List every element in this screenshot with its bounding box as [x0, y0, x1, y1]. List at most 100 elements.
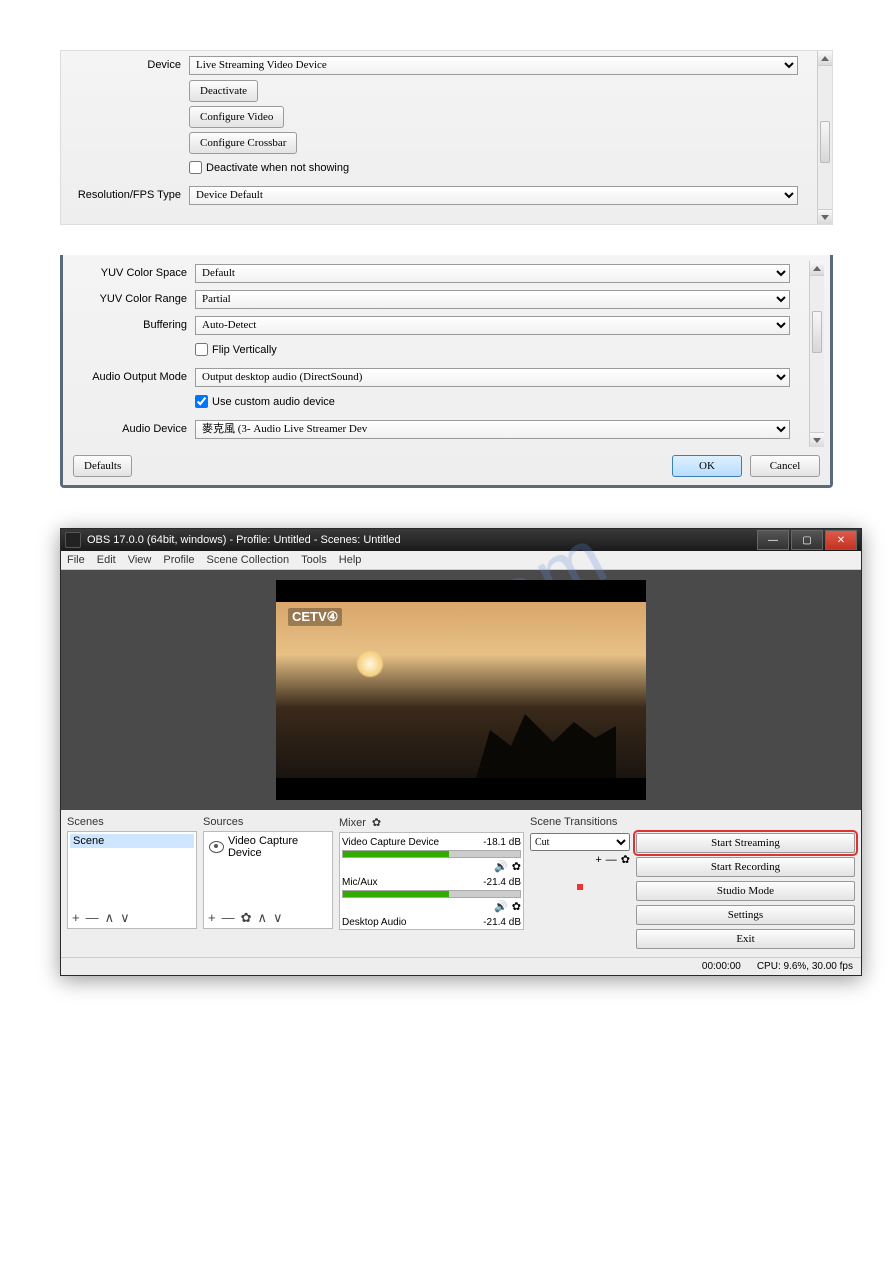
- resolution-fps-label: Resolution/FPS Type: [61, 189, 189, 201]
- obs-app-icon: [65, 532, 81, 548]
- close-button[interactable]: ✕: [825, 530, 857, 550]
- source-remove-icon[interactable]: —: [220, 910, 237, 926]
- scrollbar[interactable]: [817, 51, 832, 224]
- scene-up-icon[interactable]: ∧: [103, 910, 117, 926]
- status-bar: 00:00:00 CPU: 9.6%, 30.00 fps: [61, 957, 861, 975]
- device-properties-panel-bottom-frame: YUV Color Space Default YUV Color Range …: [60, 255, 833, 488]
- menu-scene-collection[interactable]: Scene Collection: [207, 554, 290, 566]
- speaker-icon[interactable]: 🔊: [494, 860, 508, 873]
- yuv-color-range-select[interactable]: Partial: [195, 290, 790, 309]
- mixer-ch3-name: Desktop Audio: [342, 917, 407, 928]
- scroll-down-icon[interactable]: [810, 432, 824, 447]
- configure-video-button[interactable]: Configure Video: [189, 106, 284, 128]
- source-down-icon[interactable]: ∨: [271, 910, 285, 926]
- start-recording-button[interactable]: Start Recording: [636, 857, 855, 877]
- mixer-ch1-name: Video Capture Device: [342, 837, 439, 848]
- source-up-icon[interactable]: ∧: [256, 910, 270, 926]
- audio-output-mode-select[interactable]: Output desktop audio (DirectSound): [195, 368, 790, 387]
- mixer-ch1-slider[interactable]: [342, 850, 521, 858]
- deactivate-button[interactable]: Deactivate: [189, 80, 258, 102]
- scrollbar[interactable]: [809, 261, 824, 447]
- transition-select[interactable]: Cut: [530, 833, 630, 851]
- gear-icon[interactable]: ✿: [512, 860, 521, 873]
- transition-settings-icon[interactable]: ✿: [621, 853, 630, 866]
- maximize-button[interactable]: ▢: [791, 530, 823, 550]
- flip-vertically-checkbox[interactable]: Flip Vertically: [195, 343, 277, 356]
- speaker-icon[interactable]: 🔊: [494, 900, 508, 913]
- sources-toolbar: + — ✿ ∧ ∨: [204, 908, 332, 928]
- audio-output-mode-label: Audio Output Mode: [67, 371, 195, 383]
- source-add-icon[interactable]: +: [206, 910, 218, 926]
- scroll-thumb[interactable]: [812, 311, 822, 353]
- device-select[interactable]: Live Streaming Video Device: [189, 56, 798, 75]
- buffering-label: Buffering: [67, 319, 195, 331]
- mixer-channel-2: Mic/Aux-21.4 dB 🔊✿: [342, 875, 521, 915]
- menu-tools[interactable]: Tools: [301, 554, 327, 566]
- mixer-channel-3: Desktop Audio-21.4 dB: [342, 915, 521, 929]
- preview-channel-logo: CETV④: [288, 608, 342, 626]
- obs-main-window: OBS 17.0.0 (64bit, windows) - Profile: U…: [60, 528, 862, 976]
- mixer-ch1-db: -18.1 dB: [483, 837, 521, 848]
- source-settings-icon[interactable]: ✿: [239, 910, 254, 926]
- device-label: Device: [61, 59, 189, 71]
- scroll-thumb[interactable]: [820, 121, 830, 163]
- mixer-channel-1: Video Capture Device -18.1 dB 🔊 ✿: [342, 835, 521, 875]
- resolution-fps-select[interactable]: Device Default: [189, 186, 798, 205]
- sources-title: Sources: [203, 816, 333, 831]
- mixer-settings-icon[interactable]: ✿: [372, 816, 381, 829]
- scene-down-icon[interactable]: ∨: [118, 910, 132, 926]
- scenes-panel: Scene + — ∧ ∨: [67, 831, 197, 929]
- preview-canvas[interactable]: CETV④: [276, 580, 646, 800]
- scroll-up-icon[interactable]: [810, 261, 824, 276]
- scene-add-icon[interactable]: +: [70, 910, 82, 926]
- controls-panel: Start Streaming Start Recording Studio M…: [636, 831, 855, 951]
- menu-edit[interactable]: Edit: [97, 554, 116, 566]
- transition-add-icon[interactable]: +: [595, 854, 601, 866]
- buffering-select[interactable]: Auto-Detect: [195, 316, 790, 335]
- scenes-title: Scenes: [67, 816, 197, 831]
- use-custom-audio-label: Use custom audio device: [212, 396, 335, 408]
- ok-button[interactable]: OK: [672, 455, 742, 477]
- source-item-label: Video Capture Device: [228, 835, 327, 859]
- audio-device-select[interactable]: 麥克風 (3- Audio Live Streamer Dev: [195, 420, 790, 439]
- record-indicator-icon: [577, 884, 583, 890]
- mixer-title: Mixer: [339, 817, 366, 829]
- gear-icon[interactable]: ✿: [512, 900, 521, 913]
- audio-device-label: Audio Device: [67, 423, 195, 435]
- exit-button[interactable]: Exit: [636, 929, 855, 949]
- scroll-up-icon[interactable]: [818, 51, 832, 66]
- menu-file[interactable]: File: [67, 554, 85, 566]
- configure-crossbar-button[interactable]: Configure Crossbar: [189, 132, 297, 154]
- scene-item[interactable]: Scene: [70, 834, 194, 848]
- source-item[interactable]: Video Capture Device: [206, 834, 330, 860]
- cancel-button[interactable]: Cancel: [750, 455, 820, 477]
- menu-profile[interactable]: Profile: [163, 554, 194, 566]
- status-cpu-fps: CPU: 9.6%, 30.00 fps: [757, 961, 853, 972]
- mixer-ch2-slider[interactable]: [342, 890, 521, 898]
- device-properties-panel-bottom: YUV Color Space Default YUV Color Range …: [63, 255, 830, 485]
- yuv-color-space-label: YUV Color Space: [67, 267, 195, 279]
- preview-area[interactable]: CETV④: [61, 570, 861, 810]
- yuv-color-range-label: YUV Color Range: [67, 293, 195, 305]
- eye-icon[interactable]: [209, 841, 224, 853]
- menu-help[interactable]: Help: [339, 554, 362, 566]
- transition-remove-icon[interactable]: —: [606, 854, 617, 866]
- yuv-color-space-select[interactable]: Default: [195, 264, 790, 283]
- deactivate-when-not-showing-checkbox[interactable]: Deactivate when not showing: [189, 161, 349, 174]
- studio-mode-button[interactable]: Studio Mode: [636, 881, 855, 901]
- mixer-ch2-name: Mic/Aux: [342, 877, 378, 888]
- menu-view[interactable]: View: [128, 554, 152, 566]
- sources-panel: Video Capture Device + — ✿ ∧ ∨: [203, 831, 333, 929]
- status-time: 00:00:00: [702, 961, 741, 972]
- scroll-down-icon[interactable]: [818, 209, 832, 224]
- start-streaming-button[interactable]: Start Streaming: [636, 833, 855, 853]
- use-custom-audio-checkbox[interactable]: Use custom audio device: [195, 395, 335, 408]
- scene-transitions-title: Scene Transitions: [530, 816, 630, 831]
- menu-bar: File Edit View Profile Scene Collection …: [61, 551, 861, 570]
- scenes-toolbar: + — ∧ ∨: [68, 908, 196, 928]
- settings-button[interactable]: Settings: [636, 905, 855, 925]
- minimize-button[interactable]: —: [757, 530, 789, 550]
- defaults-button[interactable]: Defaults: [73, 455, 132, 477]
- scene-remove-icon[interactable]: —: [84, 910, 101, 926]
- window-titlebar[interactable]: OBS 17.0.0 (64bit, windows) - Profile: U…: [61, 529, 861, 551]
